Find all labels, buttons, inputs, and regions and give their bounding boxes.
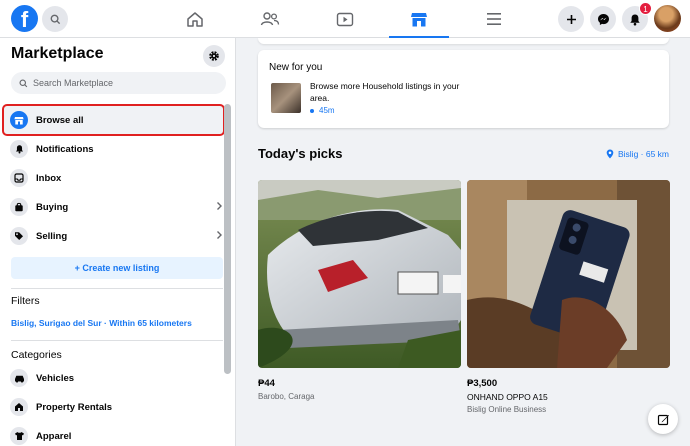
new-for-you-card[interactable]: New for you Browse more Household listin… xyxy=(258,50,669,128)
listing-price: ₱44 xyxy=(258,378,275,389)
sidebar-item-label: Notifications xyxy=(36,143,94,155)
divider xyxy=(11,288,223,289)
category-label: Apparel xyxy=(36,430,72,442)
tab-menu[interactable] xyxy=(464,0,524,38)
facebook-logo[interactable]: f xyxy=(11,5,38,32)
search-icon xyxy=(19,78,28,87)
search-icon xyxy=(50,14,60,24)
bell-icon xyxy=(630,14,640,25)
listing-card[interactable]: ₱3,500 ONHAND OPPO A15 Bislig Online Bus… xyxy=(467,180,670,414)
chevron-right-icon xyxy=(217,231,222,239)
car-icon xyxy=(10,369,28,387)
sidebar-item-label: Selling xyxy=(36,230,68,242)
listing-price: ₱3,500 xyxy=(467,378,498,389)
plus-icon xyxy=(566,14,576,24)
time-label: 45m xyxy=(319,106,335,115)
search-button[interactable] xyxy=(42,6,68,32)
listing-photo[interactable] xyxy=(467,180,670,368)
category-apparel[interactable]: Apparel xyxy=(4,422,223,446)
create-button[interactable] xyxy=(558,6,584,32)
tab-watch[interactable] xyxy=(315,0,375,38)
tab-home[interactable] xyxy=(165,0,225,38)
categories-heading: Categories xyxy=(11,349,62,361)
unread-dot xyxy=(310,108,314,113)
marketplace-sidebar: Marketplace Browse all Notifications Inb… xyxy=(0,38,236,446)
listing-title: ONHAND OPPO A15 xyxy=(467,392,548,402)
new-for-you-time: 45m xyxy=(310,106,335,115)
storefront-icon xyxy=(10,111,28,129)
house-icon xyxy=(10,398,28,416)
account-avatar[interactable] xyxy=(654,5,681,32)
location-link[interactable]: Bislig · 65 km xyxy=(606,149,669,159)
sidebar-title: Marketplace xyxy=(11,45,104,62)
settings-button[interactable] xyxy=(203,45,225,67)
gear-icon xyxy=(209,51,219,61)
divider xyxy=(11,340,223,341)
messenger-button[interactable] xyxy=(590,6,616,32)
category-property-rentals[interactable]: Property Rentals xyxy=(4,393,223,421)
sidebar-item-selling[interactable]: Selling xyxy=(4,222,223,250)
menu-icon xyxy=(487,13,501,25)
bell-icon xyxy=(10,140,28,158)
sidebar-item-inbox[interactable]: Inbox xyxy=(4,164,223,192)
sidebar-item-browse-all[interactable]: Browse all xyxy=(2,104,225,136)
inbox-icon xyxy=(10,169,28,187)
new-for-you-title: New for you xyxy=(269,62,323,73)
filters-heading: Filters xyxy=(11,295,40,307)
marketplace-icon xyxy=(411,12,427,26)
shirt-icon xyxy=(10,427,28,445)
messenger-icon xyxy=(597,13,609,25)
tab-friends[interactable] xyxy=(240,0,300,38)
sidebar-item-label: Buying xyxy=(36,201,69,213)
notification-badge: 1 xyxy=(639,2,652,15)
search-marketplace-field[interactable] xyxy=(11,72,226,94)
sidebar-scrollbar[interactable] xyxy=(224,104,231,374)
sidebar-item-label: Inbox xyxy=(36,172,62,184)
top-navigation-bar: f 1 xyxy=(0,0,690,39)
chevron-right-icon xyxy=(217,202,222,210)
listing-card[interactable]: ₱44 Barobo, Caraga xyxy=(258,180,461,401)
sidebar-item-label: Browse all xyxy=(36,114,84,126)
tag-icon xyxy=(10,227,28,245)
create-new-listing-button[interactable]: + Create new listing xyxy=(11,257,223,279)
location-filter-link[interactable]: Bislig, Surigao del Sur · Within 65 kilo… xyxy=(11,318,192,328)
tab-marketplace[interactable] xyxy=(389,0,449,39)
friends-icon xyxy=(260,12,280,26)
search-marketplace-input[interactable] xyxy=(33,78,213,88)
home-icon xyxy=(187,11,203,27)
compose-button[interactable] xyxy=(648,404,678,434)
edit-icon xyxy=(657,414,669,425)
new-for-you-description: Browse more Household listings in your a… xyxy=(310,81,460,103)
listing-location: Bislig Online Business xyxy=(467,405,547,414)
category-vehicles[interactable]: Vehicles xyxy=(4,364,223,392)
category-label: Vehicles xyxy=(36,372,75,384)
location-label: Bislig · 65 km xyxy=(617,149,669,159)
listing-thumbnail[interactable] xyxy=(271,83,301,113)
todays-picks-heading: Today's picks xyxy=(258,146,343,161)
sidebar-item-notifications[interactable]: Notifications xyxy=(4,135,223,163)
notifications-button[interactable]: 1 xyxy=(622,2,652,32)
sidebar-item-buying[interactable]: Buying xyxy=(4,193,223,221)
location-pin-icon xyxy=(606,149,614,159)
bag-icon xyxy=(10,198,28,216)
category-label: Property Rentals xyxy=(36,401,113,413)
previous-card-edge xyxy=(258,38,669,44)
watch-icon xyxy=(336,12,354,26)
listing-photo[interactable] xyxy=(258,180,461,368)
listing-location: Barobo, Caraga xyxy=(258,392,315,401)
